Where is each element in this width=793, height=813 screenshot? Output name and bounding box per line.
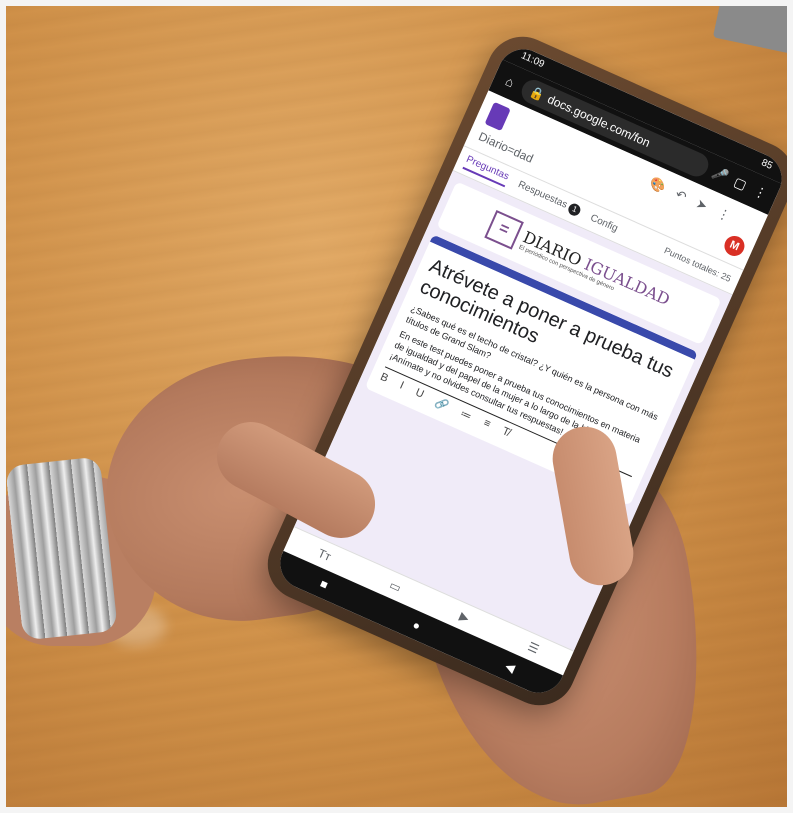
bullet-list-icon[interactable]: ≡ bbox=[481, 417, 493, 431]
home-button-icon[interactable]: ● bbox=[410, 618, 422, 634]
wristwatch bbox=[6, 456, 118, 641]
responses-badge: 1 bbox=[566, 201, 583, 218]
phone-screen: 11:09 85 ⌂ 🔒 docs.google.com/fon 🎤 ▢ ⋮ 🎨… bbox=[272, 41, 787, 701]
mic-icon[interactable]: 🎤 bbox=[710, 164, 731, 185]
home-icon[interactable]: ⌂ bbox=[500, 71, 521, 91]
add-section-icon[interactable]: ☰ bbox=[526, 639, 542, 656]
photo: 11:09 85 ⌂ 🔒 docs.google.com/fon 🎤 ▢ ⋮ 🎨… bbox=[6, 6, 787, 807]
forms-logo-icon[interactable] bbox=[484, 101, 511, 132]
menu-icon[interactable]: ⋮ bbox=[750, 182, 771, 203]
numbered-list-icon[interactable]: ≔ bbox=[458, 407, 473, 423]
tabs-icon[interactable]: ▢ bbox=[730, 173, 751, 194]
link-icon[interactable]: 🔗 bbox=[433, 395, 451, 413]
add-video-icon[interactable]: ▶ bbox=[457, 609, 471, 626]
equals-logo-icon: = bbox=[483, 209, 524, 250]
tab-config[interactable]: Config bbox=[589, 212, 620, 234]
italic-button[interactable]: I bbox=[397, 380, 406, 393]
back-icon[interactable]: ◀ bbox=[503, 659, 517, 676]
bold-button[interactable]: B bbox=[378, 371, 390, 386]
palette-icon[interactable]: 🎨 bbox=[647, 175, 668, 196]
more-icon[interactable]: ⋮ bbox=[714, 205, 733, 225]
add-image-icon[interactable]: ▭ bbox=[387, 578, 403, 595]
send-icon[interactable]: ➤ bbox=[694, 196, 710, 215]
add-title-icon[interactable]: Tт bbox=[316, 546, 333, 564]
background-device bbox=[712, 6, 787, 54]
lock-icon: 🔒 bbox=[527, 83, 547, 103]
recent-apps-icon[interactable]: ■ bbox=[318, 576, 330, 592]
clear-format-icon[interactable]: T̸ bbox=[500, 425, 511, 440]
avatar[interactable]: M bbox=[721, 232, 748, 260]
battery-level: 85 bbox=[759, 157, 775, 172]
underline-button[interactable]: U bbox=[413, 387, 425, 402]
undo-icon[interactable]: ↶ bbox=[673, 186, 689, 205]
